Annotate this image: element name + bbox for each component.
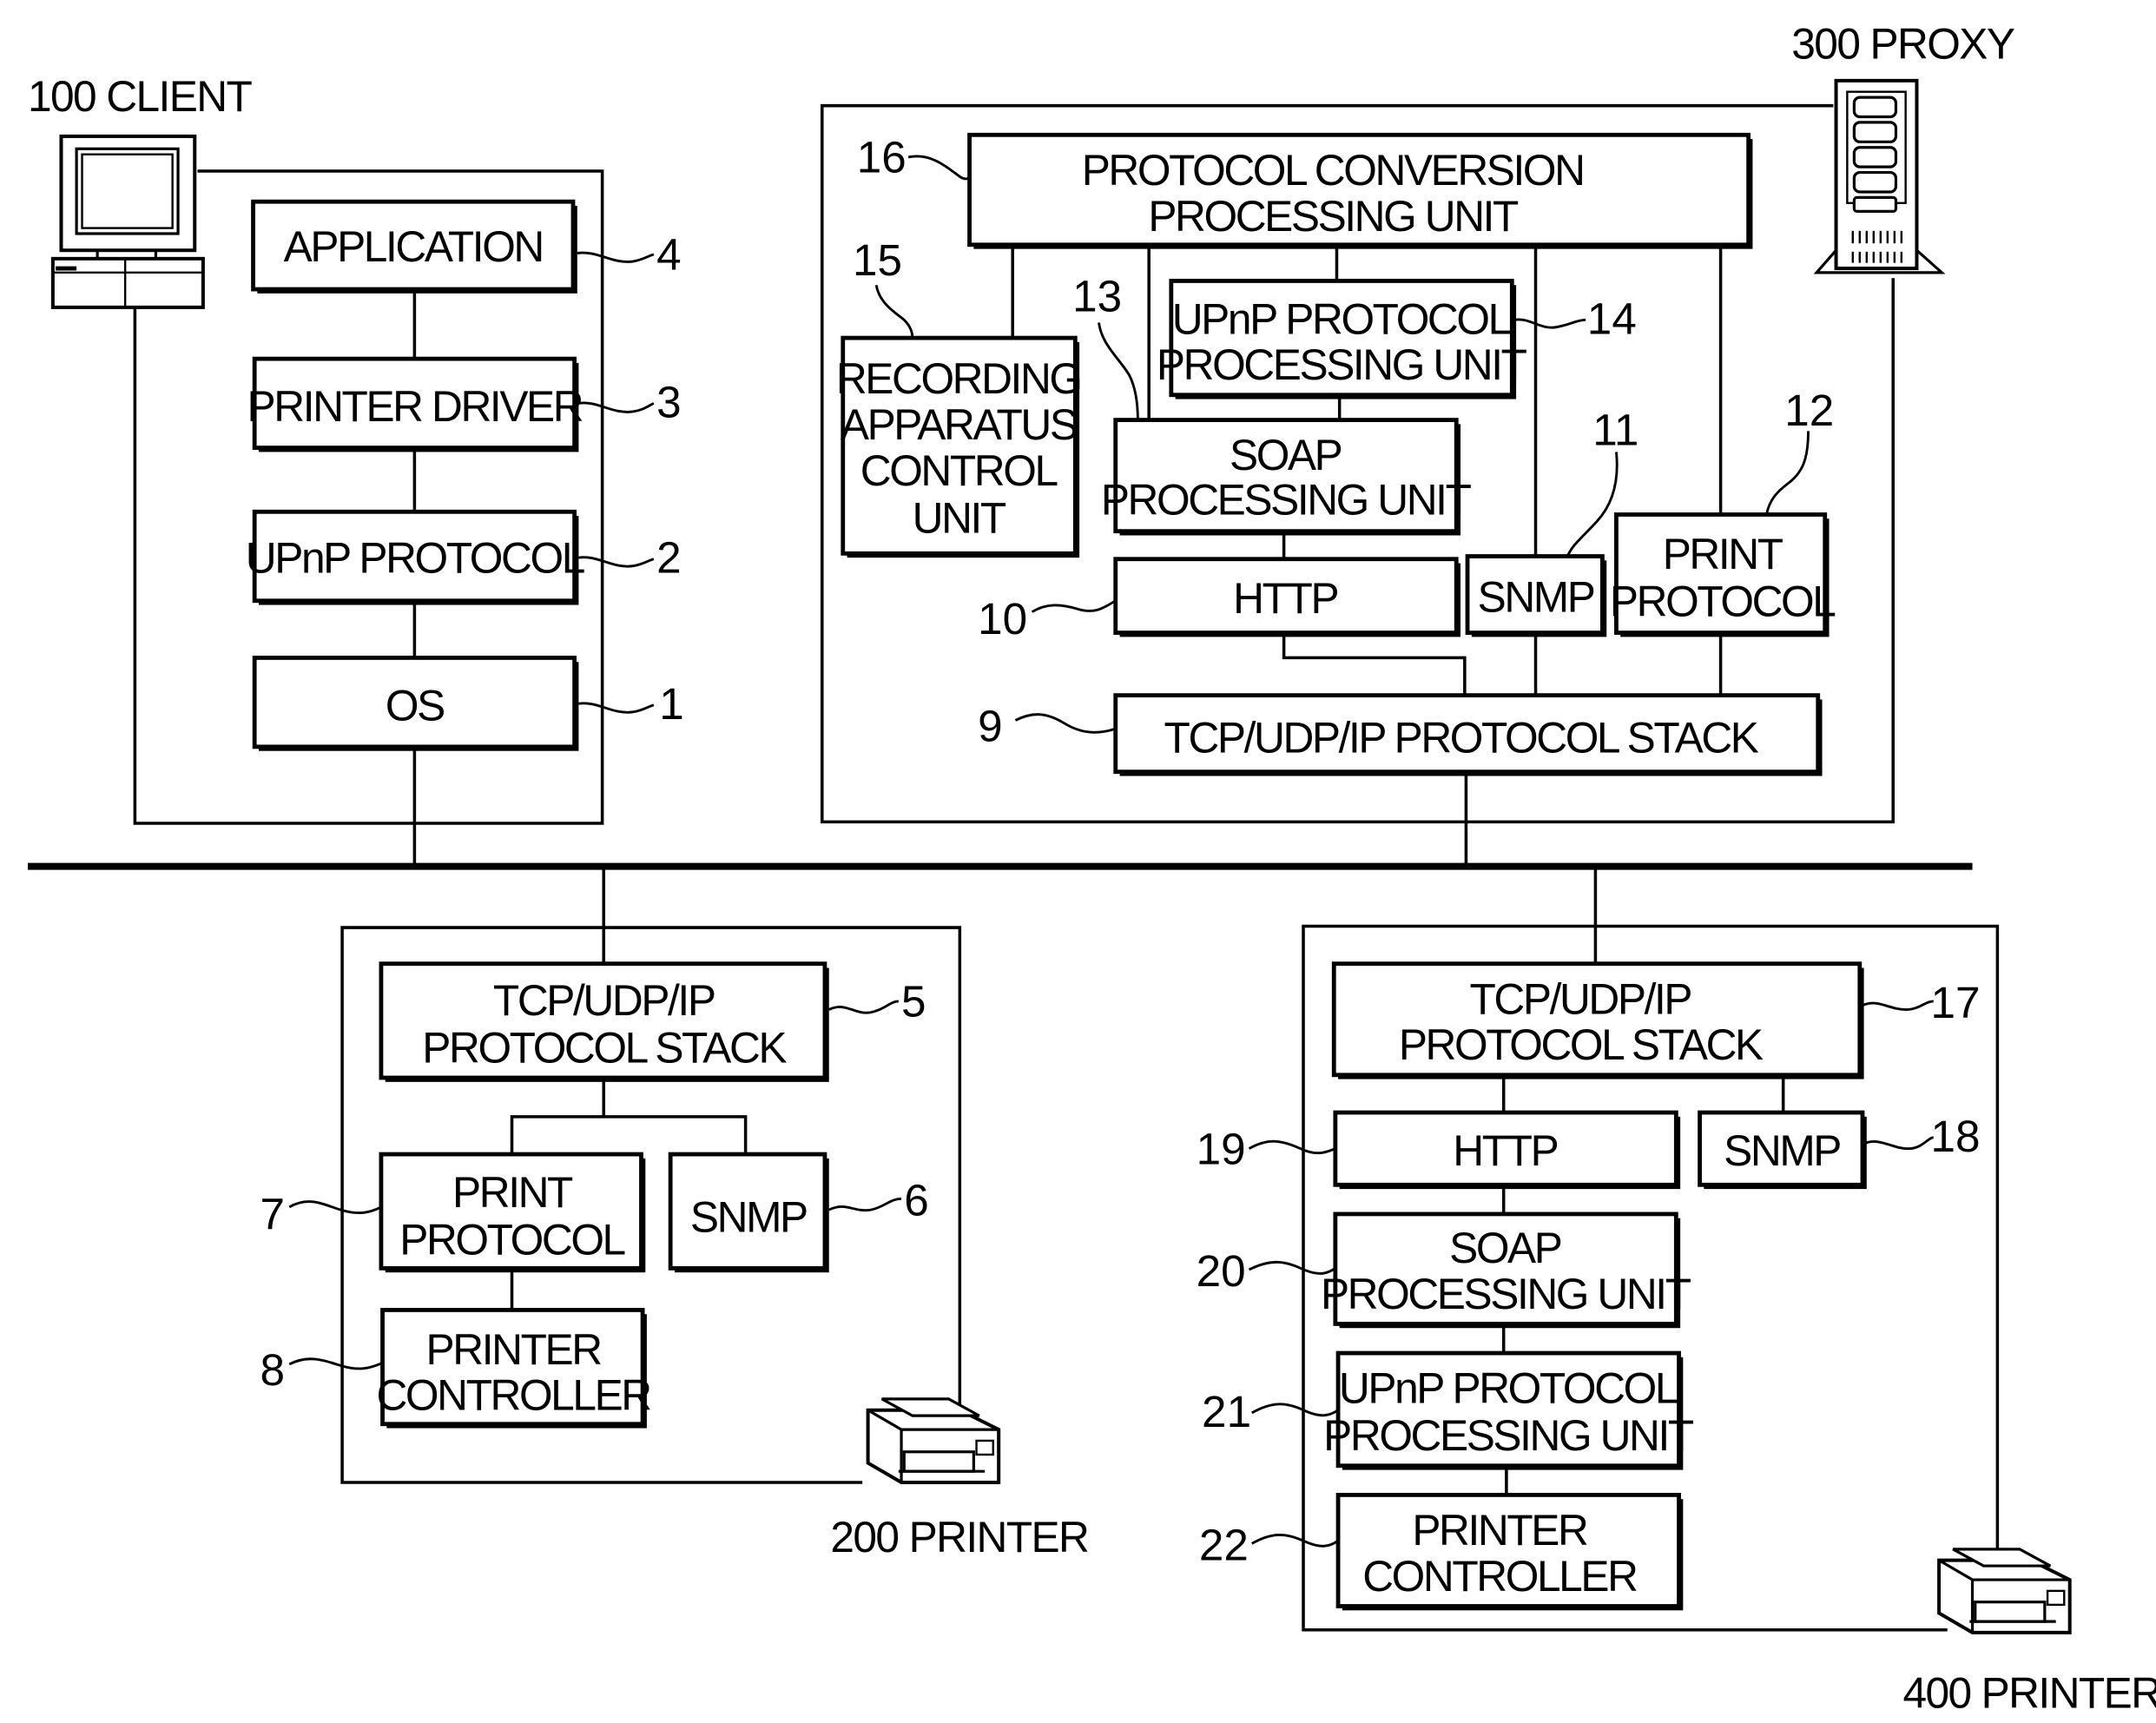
ref-18: 18 <box>1930 1112 1980 1161</box>
block-label: APPLICATION <box>284 222 543 271</box>
printer400-caption: 400 PRINTER <box>1902 1668 2156 1717</box>
ref-14: 14 <box>1587 294 1637 343</box>
block-label: TCP/UDP/IP <box>493 976 715 1025</box>
block-label: PROTOCOL <box>399 1215 624 1264</box>
block-printer-controller-200: PRINTER CONTROLLER 8 <box>260 1308 653 1429</box>
printer200-caption: 200 PRINTER <box>830 1513 1088 1561</box>
block-tcp-udp-ip-stack-200: TCP/UDP/IP PROTOCOL STACK 5 <box>379 961 926 1082</box>
block-label: UPnP PROTOCOL <box>1172 294 1511 343</box>
block-label: PROCESSING UNIT <box>1323 1411 1694 1460</box>
block-upnp-protocol: UPnP PROTOCOL 2 <box>246 509 682 605</box>
ref-10: 10 <box>978 594 1027 644</box>
block-label: SNMP <box>690 1193 807 1242</box>
ref-5: 5 <box>901 977 926 1027</box>
block-label: PROTOCOL CONVERSION <box>1082 146 1584 195</box>
block-label: OS <box>386 681 444 729</box>
network-architecture-diagram: 100 CLIENT APPLICATION 4 PRINTER DRIVER … <box>28 19 2156 1717</box>
block-label: PROTOCOL STACK <box>422 1023 787 1072</box>
block-soap-processing-400: SOAP PROCESSING UNIT 20 <box>1197 1211 1693 1329</box>
block-application: APPLICATION 4 <box>251 199 682 294</box>
block-tcp-udp-ip-stack-proxy: TCP/UDP/IP PROTOCOL STACK 9 <box>978 693 1823 776</box>
block-label: SNMP <box>1478 573 1594 622</box>
block-label: PROTOCOL STACK <box>1399 1020 1764 1069</box>
block-snmp-400: SNMP 18 <box>1698 1110 1981 1190</box>
block-http-400: HTTP 19 <box>1197 1110 1681 1190</box>
desktop-computer-icon <box>50 134 205 309</box>
block-label: PRINTER DRIVER <box>247 382 583 431</box>
block-label: PROTOCOL <box>1610 577 1835 625</box>
block-label: CONTROLLER <box>376 1371 650 1420</box>
ref-20: 20 <box>1197 1246 1246 1296</box>
ref-2: 2 <box>656 533 682 583</box>
block-label: PROCESSING UNIT <box>1321 1270 1691 1318</box>
block-label: UPnP PROTOCOL <box>1339 1364 1678 1413</box>
block-label: PRINTER <box>426 1325 602 1374</box>
ref-17: 17 <box>1930 978 1980 1027</box>
block-printer-controller-400: PRINTER CONTROLLER 22 <box>1199 1492 1684 1611</box>
ref-11: 11 <box>1592 405 1638 454</box>
block-label: RECORDING <box>836 354 1081 403</box>
block-http: HTTP 10 <box>978 557 1461 644</box>
block-label: PRINTER <box>1412 1506 1587 1555</box>
ref-19: 19 <box>1197 1124 1246 1173</box>
printer-icon <box>866 1397 1001 1484</box>
ref-1: 1 <box>659 679 684 729</box>
block-label: CONTROL <box>860 446 1058 495</box>
ref-21: 21 <box>1202 1387 1251 1436</box>
client-caption: 100 CLIENT <box>28 72 252 121</box>
block-label: APPARATUS <box>841 400 1077 449</box>
ref-12: 12 <box>1784 386 1834 435</box>
block-label: TCP/UDP/IP <box>1469 974 1691 1023</box>
ref-4: 4 <box>656 230 682 280</box>
block-label: SOAP <box>1449 1224 1561 1272</box>
ref-7: 7 <box>260 1190 286 1239</box>
ref-8: 8 <box>260 1345 286 1395</box>
block-label: PROCESSING UNIT <box>1157 340 1527 389</box>
printer200-node: TCP/UDP/IP PROTOCOL STACK 5 PRINT PROTOC… <box>260 866 1090 1561</box>
ref-13: 13 <box>1072 272 1122 321</box>
block-label: HTTP <box>1453 1126 1557 1175</box>
block-label: HTTP <box>1233 574 1337 623</box>
ref-15: 15 <box>853 235 902 285</box>
proxy-caption: 300 PROXY <box>1791 19 2015 68</box>
block-label: PROCESSING UNIT <box>1148 192 1519 241</box>
block-label: PROCESSING UNIT <box>1101 475 1472 524</box>
ref-22: 22 <box>1199 1521 1249 1570</box>
ref-6: 6 <box>904 1176 929 1225</box>
printer-icon <box>1937 1548 2072 1634</box>
block-label: UPnP PROTOCOL <box>246 534 584 583</box>
block-label: SOAP <box>1230 431 1342 479</box>
block-label: PRINT <box>452 1168 573 1217</box>
printer400-node: TCP/UDP/IP PROTOCOL STACK 17 HTTP 19 SNM… <box>1197 866 2156 1717</box>
block-label: PRINT <box>1663 530 1783 578</box>
client-node: 100 CLIENT APPLICATION 4 PRINTER DRIVER … <box>28 72 684 867</box>
block-snmp-200: SNMP 6 <box>668 1152 929 1273</box>
block-tcp-udp-ip-stack-400: TCP/UDP/IP PROTOCOL STACK 17 <box>1331 961 1981 1079</box>
block-label: TCP/UDP/IP PROTOCOL STACK <box>1164 713 1759 762</box>
ref-16: 16 <box>857 133 907 182</box>
block-label: SNMP <box>1724 1126 1840 1175</box>
ref-3: 3 <box>656 377 682 426</box>
block-printer-driver: PRINTER DRIVER 3 <box>247 356 682 452</box>
block-label: CONTROLLER <box>1362 1552 1637 1601</box>
block-upnp-processing-400: UPnP PROTOCOL PROCESSING UNIT 21 <box>1202 1350 1696 1470</box>
proxy-node: 300 PROXY PROTOCOL CONVERSION PROCESSING… <box>820 19 2016 867</box>
block-upnp-protocol-processing: UPnP PROTOCOL PROCESSING UNIT 14 <box>1157 279 1637 399</box>
block-print-protocol: PRINT PROTOCOL 12 <box>1610 386 1837 637</box>
block-recording-apparatus: RECORDING APPARATUS CONTROL UNIT 15 <box>836 235 1083 558</box>
block-print-protocol-200: PRINT PROTOCOL 7 <box>260 1152 646 1273</box>
block-protocol-conversion: PROTOCOL CONVERSION PROCESSING UNIT 16 <box>857 133 1753 249</box>
block-os: OS 1 <box>252 656 684 751</box>
ref-9: 9 <box>978 701 1003 750</box>
block-label: UNIT <box>913 493 1006 542</box>
server-tower-icon <box>1813 78 1946 274</box>
